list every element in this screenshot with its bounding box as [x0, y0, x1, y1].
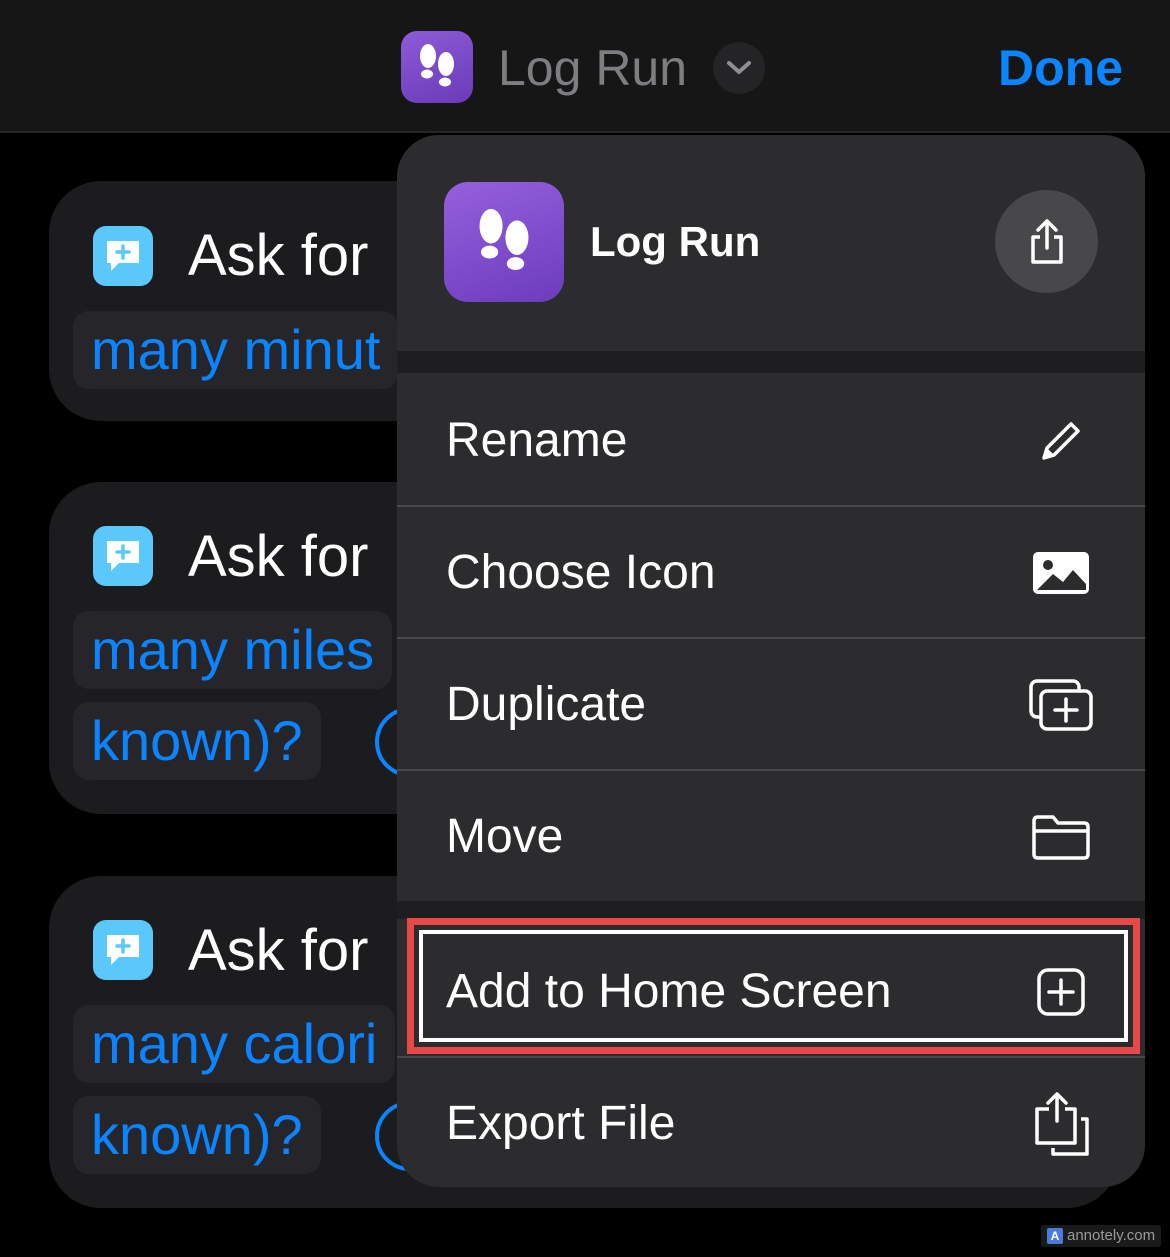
- menu-item-duplicate[interactable]: Duplicate: [397, 639, 1145, 771]
- share-button[interactable]: [995, 190, 1098, 293]
- menu-item-label: Choose Icon: [446, 546, 716, 599]
- annotation-highlight-inner: [419, 930, 1128, 1042]
- folder-icon: [1025, 801, 1097, 873]
- navigation-bar: Log Run Done: [0, 0, 1170, 133]
- prompt-token[interactable]: many minut: [73, 311, 399, 389]
- shortcut-title[interactable]: Log Run: [498, 36, 687, 100]
- menu-header: Log Run: [397, 135, 1145, 351]
- menu-section-separator: [397, 351, 1145, 373]
- menu-item-label: Move: [446, 810, 564, 863]
- watermark: A annotely.com: [1041, 1225, 1162, 1247]
- menu-app-name: Log Run: [590, 218, 761, 265]
- watermark-text: annotely.com: [1067, 1227, 1156, 1244]
- chevron-down-icon[interactable]: [713, 42, 765, 94]
- photo-icon: [1025, 537, 1097, 609]
- pencil-icon: [1025, 405, 1097, 477]
- action-label: Ask for: [188, 918, 369, 983]
- share-icon: [1030, 218, 1063, 264]
- menu-item-rename[interactable]: Rename: [397, 375, 1145, 507]
- menu-item-export-file[interactable]: Export File: [397, 1058, 1145, 1187]
- action-label: Ask for: [188, 524, 369, 589]
- menu-item-move[interactable]: Move: [397, 771, 1145, 903]
- annotely-logo-icon: A: [1047, 1228, 1063, 1244]
- action-label: Ask for: [188, 223, 369, 288]
- speech-bubble-plus-icon: [93, 526, 153, 586]
- menu-item-label: Export File: [446, 1097, 676, 1150]
- prompt-token[interactable]: many calori: [73, 1005, 396, 1083]
- prompt-token[interactable]: known)?: [73, 702, 321, 780]
- done-button[interactable]: Done: [998, 36, 1123, 100]
- menu-item-label: Rename: [446, 414, 628, 467]
- speech-bubble-plus-icon: [93, 920, 153, 980]
- menu-item-choose-icon[interactable]: Choose Icon: [397, 507, 1145, 639]
- footprints-icon[interactable]: [401, 31, 473, 103]
- menu-section-separator: [397, 901, 1145, 919]
- export-icon: [1025, 1088, 1097, 1160]
- prompt-token[interactable]: many miles: [73, 611, 393, 689]
- menu-item-label: Duplicate: [446, 678, 647, 731]
- prompt-token[interactable]: known)?: [73, 1096, 321, 1174]
- speech-bubble-plus-icon: [93, 226, 153, 286]
- footprints-icon: [444, 182, 564, 302]
- duplicate-icon: [1025, 669, 1097, 741]
